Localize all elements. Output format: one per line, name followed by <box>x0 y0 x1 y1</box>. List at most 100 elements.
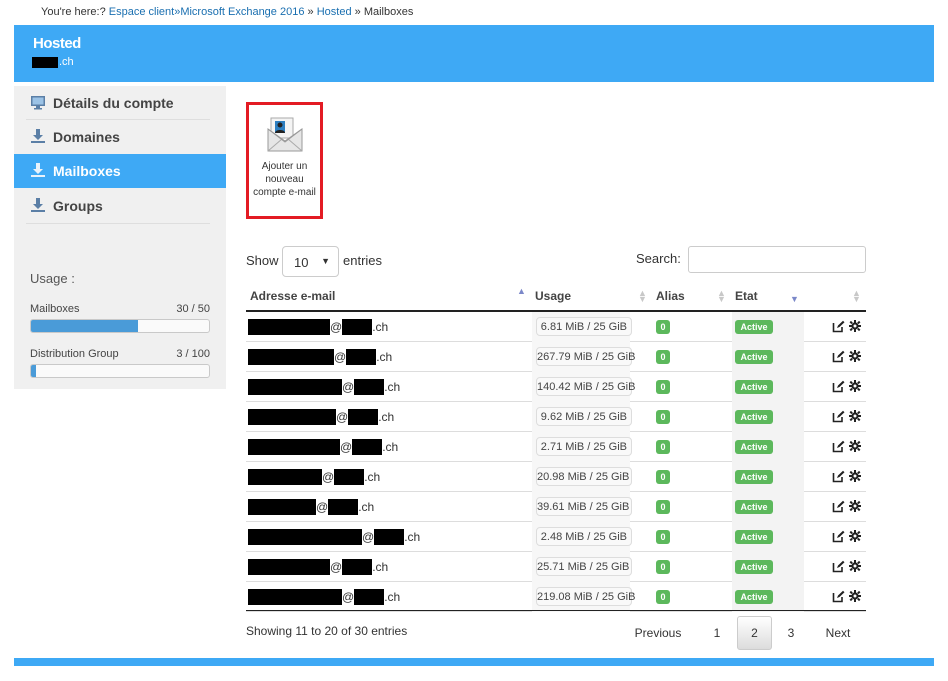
column-header-etat[interactable]: Etat <box>735 289 758 303</box>
status-badge: Active <box>735 440 773 454</box>
status-badge: Active <box>735 320 773 334</box>
edit-icon[interactable] <box>832 500 845 513</box>
sort-icon[interactable]: ▲ ▼ <box>638 289 647 304</box>
add-mailbox-button[interactable]: Ajouter un nouveau compte e-mail <box>246 102 323 219</box>
sidebar-item-domaines[interactable]: Domaines <box>14 120 226 154</box>
usage-mailboxes-label: Mailboxes <box>30 303 80 315</box>
page-title: Hosted <box>33 35 81 52</box>
column-header-usage[interactable]: Usage <box>535 289 571 303</box>
table-row: @ .ch 219.08 MiB / 25 GiB 0 Active <box>246 582 866 612</box>
at-sign: @ <box>342 380 355 394</box>
email-domain-suffix: .ch <box>384 590 401 604</box>
status-badge: Active <box>735 500 773 514</box>
alias-count-badge: 0 <box>656 470 670 484</box>
sort-desc-icon[interactable]: ▼ <box>790 295 799 304</box>
breadcrumb: You're here:? Espace client»Microsoft Ex… <box>41 6 413 18</box>
edit-icon[interactable] <box>832 350 845 363</box>
column-header-alias[interactable]: Alias <box>656 289 685 303</box>
edit-icon[interactable] <box>832 410 845 423</box>
sidebar-item-label: Groups <box>53 198 103 214</box>
redacted-text <box>248 529 362 545</box>
redacted-text <box>374 529 405 545</box>
gear-icon[interactable] <box>849 590 861 602</box>
alias-count-badge: 0 <box>656 380 670 394</box>
entries-length-value: 10 <box>294 255 309 270</box>
redacted-text <box>354 589 385 605</box>
gear-icon[interactable] <box>849 500 861 512</box>
table-row: @ .ch 6.81 MiB / 25 GiB 0 Active <box>246 312 866 342</box>
at-sign: @ <box>340 440 353 454</box>
email-domain-suffix: .ch <box>378 410 395 424</box>
table-row: @ .ch 140.42 MiB / 25 GiB 0 Active <box>246 372 866 402</box>
usage-value: 2.71 MiB / 25 GiB <box>536 437 632 456</box>
edit-icon[interactable] <box>832 320 845 333</box>
alias-count-badge: 0 <box>656 500 670 514</box>
table-row: @ .ch 267.79 MiB / 25 GiB 0 Active <box>246 342 866 372</box>
gear-icon[interactable] <box>849 320 861 332</box>
sort-asc-icon[interactable]: ▲ <box>517 287 526 296</box>
column-header-email[interactable]: Adresse e-mail <box>250 289 335 303</box>
breadcrumb-current: Mailboxes <box>363 6 414 18</box>
edit-icon[interactable] <box>832 470 845 483</box>
sidebar-item-groups[interactable]: Groups <box>14 189 226 223</box>
sidebar-item-mailboxes[interactable]: Mailboxes <box>14 154 226 188</box>
page-header: Hosted .ch <box>14 25 934 82</box>
pagination-page-2[interactable]: 2 <box>737 616 772 650</box>
usage-mailboxes-fill <box>31 320 138 332</box>
gear-icon[interactable] <box>849 560 861 572</box>
sidebar-item-details[interactable]: Détails du compte <box>14 86 226 120</box>
edit-icon[interactable] <box>832 530 845 543</box>
page-footer-bar <box>14 658 934 666</box>
email-cell: @ .ch <box>248 588 400 606</box>
email-cell: @ .ch <box>248 318 388 336</box>
table-row: @ .ch 20.98 MiB / 25 GiB 0 Active <box>246 462 866 492</box>
gear-icon[interactable] <box>849 530 861 542</box>
status-badge: Active <box>735 350 773 364</box>
pagination-page-3[interactable]: 3 <box>774 616 808 650</box>
status-badge: Active <box>735 530 773 544</box>
edit-icon[interactable] <box>832 560 845 573</box>
sidebar-item-label: Domaines <box>53 129 120 145</box>
edit-icon[interactable] <box>832 590 845 603</box>
breadcrumb-exchange-link[interactable]: »Microsoft Exchange 2016 <box>174 6 304 18</box>
redacted-text <box>248 559 330 575</box>
breadcrumb-espace-client-link[interactable]: Espace client <box>109 6 174 18</box>
at-sign: @ <box>336 410 349 424</box>
email-cell: @ .ch <box>248 438 398 456</box>
alias-count-badge: 0 <box>656 590 670 604</box>
sort-icon[interactable]: ▲ ▼ <box>717 289 726 304</box>
gear-icon[interactable] <box>849 440 861 452</box>
pagination-page-1[interactable]: 1 <box>700 616 734 650</box>
pagination-next[interactable]: Next <box>814 616 862 650</box>
usage-distribution-fill <box>31 365 37 377</box>
redacted-text <box>248 439 340 455</box>
table-header: Adresse e-mail ▲ Usage ▲ ▼ Alias ▲ ▼ Etat … <box>246 282 866 312</box>
email-domain-suffix: .ch <box>372 560 389 574</box>
chevron-down-icon: ▼ <box>321 256 330 266</box>
table-row: @ .ch 2.71 MiB / 25 GiB 0 Active <box>246 432 866 462</box>
gear-icon[interactable] <box>849 410 861 422</box>
download-icon <box>31 163 45 177</box>
download-icon <box>31 198 45 212</box>
sort-icon[interactable]: ▲ ▼ <box>852 289 861 304</box>
email-cell: @ .ch <box>248 408 394 426</box>
edit-icon[interactable] <box>832 440 845 453</box>
redacted-text <box>346 349 377 365</box>
gear-icon[interactable] <box>849 350 861 362</box>
status-badge: Active <box>735 590 773 604</box>
redacted-text <box>248 349 334 365</box>
gear-icon[interactable] <box>849 380 861 392</box>
pagination-previous[interactable]: Previous <box>624 616 692 650</box>
redacted-text <box>248 409 336 425</box>
entries-label: entries <box>343 253 383 268</box>
breadcrumb-hosted-link[interactable]: Hosted <box>317 6 352 18</box>
table-row: @ .ch 9.62 MiB / 25 GiB 0 Active <box>246 402 866 432</box>
gear-icon[interactable] <box>849 470 861 482</box>
entries-length-select[interactable]: 10 ▼ <box>282 246 339 277</box>
sidebar: Détails du compte Domaines Mailboxes Gro… <box>14 86 226 389</box>
sidebar-item-label: Mailboxes <box>53 163 121 179</box>
edit-icon[interactable] <box>832 380 845 393</box>
redacted-text <box>248 379 342 395</box>
monitor-icon <box>31 96 45 110</box>
search-input[interactable] <box>688 246 866 273</box>
